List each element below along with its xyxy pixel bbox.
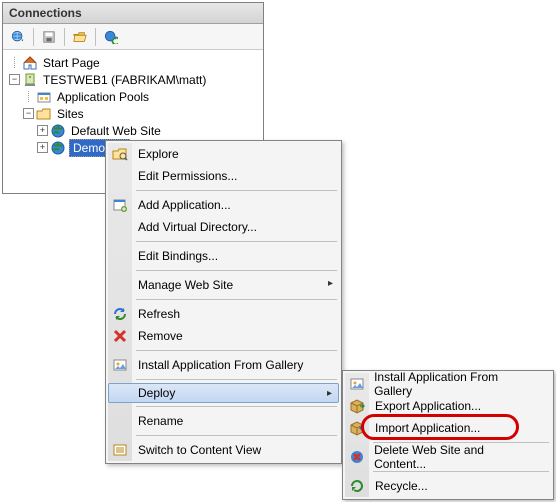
- up-level-button[interactable]: [69, 27, 91, 47]
- menu-label: Refresh: [132, 307, 180, 321]
- toolbar-separator: [64, 28, 65, 46]
- menu-separator: [136, 406, 337, 407]
- menu-label: Switch to Content View: [132, 443, 261, 457]
- refresh-globe-icon: [104, 30, 118, 44]
- expand-icon[interactable]: +: [37, 125, 48, 136]
- app-pools-icon: [36, 89, 52, 105]
- folder-open-icon: [73, 30, 87, 44]
- menu-item-rename[interactable]: Rename: [108, 410, 339, 432]
- menu-separator: [136, 270, 337, 271]
- folder-search-icon: [112, 146, 128, 162]
- toolbar-separator: [33, 28, 34, 46]
- panel-title: Connections: [3, 3, 263, 24]
- collapse-icon[interactable]: −: [23, 108, 34, 119]
- menu-separator: [136, 379, 337, 380]
- deploy-submenu: Install Application From Gallery Export …: [342, 370, 554, 500]
- menu-label: Recycle...: [369, 479, 428, 493]
- toolbar-separator: [95, 28, 96, 46]
- menu-label: Install Application From Gallery: [368, 370, 533, 398]
- tree-item-default-site[interactable]: + Default Web Site: [5, 122, 261, 139]
- panel-toolbar: [3, 24, 263, 50]
- menu-label: Import Application...: [369, 421, 480, 435]
- app-icon: [112, 197, 128, 213]
- menu-item-manage-web-site[interactable]: Manage Web Site: [108, 274, 339, 296]
- home-icon: [22, 55, 38, 71]
- content-view-icon: [112, 442, 128, 458]
- menu-label: Edit Permissions...: [132, 169, 237, 183]
- menu-item-edit-permissions[interactable]: Edit Permissions...: [108, 165, 339, 187]
- menu-separator: [136, 299, 337, 300]
- gallery-icon: [112, 357, 128, 373]
- menu-label: Delete Web Site and Content...: [368, 443, 533, 471]
- menu-item-deploy[interactable]: Deploy: [108, 383, 339, 403]
- tree-line: [9, 57, 20, 68]
- menu-separator: [136, 350, 337, 351]
- tree-line: [23, 91, 34, 102]
- tree-label: TESTWEB1 (FABRIKAM\matt): [41, 71, 208, 89]
- sites-folder-icon: [36, 106, 52, 122]
- menu-separator: [136, 241, 337, 242]
- submenu-item-recycle[interactable]: Recycle...: [345, 475, 551, 497]
- site-context-menu: Explore Edit Permissions... Add Applicat…: [105, 140, 342, 464]
- save-button[interactable]: [38, 27, 60, 47]
- menu-item-switch-content-view[interactable]: Switch to Content View: [108, 439, 339, 461]
- tree-item-server[interactable]: − TESTWEB1 (FABRIKAM\matt): [5, 71, 261, 88]
- menu-label: Deploy: [132, 386, 175, 400]
- menu-item-refresh[interactable]: Refresh: [108, 303, 339, 325]
- disk-icon: [42, 30, 56, 44]
- menu-item-explore[interactable]: Explore: [108, 143, 339, 165]
- menu-item-add-application[interactable]: Add Application...: [108, 194, 339, 216]
- collapse-icon[interactable]: −: [9, 74, 20, 85]
- expand-icon[interactable]: +: [37, 142, 48, 153]
- menu-label: Manage Web Site: [132, 278, 233, 292]
- server-icon: [22, 72, 38, 88]
- recycle-icon: [349, 478, 365, 494]
- package-icon: [349, 398, 365, 414]
- submenu-item-install-gallery[interactable]: Install Application From Gallery: [345, 373, 551, 395]
- menu-item-remove[interactable]: Remove: [108, 325, 339, 347]
- refresh-arrows-icon: [112, 306, 128, 322]
- earth-icon: [50, 123, 66, 139]
- menu-label: Edit Bindings...: [132, 249, 218, 263]
- delete-icon: [349, 449, 365, 465]
- refresh-connections-button[interactable]: [100, 27, 122, 47]
- menu-item-add-virtual-dir[interactable]: Add Virtual Directory...: [108, 216, 339, 238]
- package-import-icon: [349, 420, 365, 436]
- tree-label: Sites: [55, 105, 86, 123]
- connect-button[interactable]: [7, 27, 29, 47]
- menu-separator: [136, 190, 337, 191]
- submenu-item-export-application[interactable]: Export Application...: [345, 395, 551, 417]
- menu-label: Export Application...: [369, 399, 481, 413]
- tree-label: Default Web Site: [69, 122, 163, 140]
- tree-item-sites[interactable]: − Sites: [5, 105, 261, 122]
- globe-dropdown-icon: [11, 30, 25, 44]
- menu-label: Add Application...: [132, 198, 231, 212]
- menu-label: Add Virtual Directory...: [132, 220, 257, 234]
- menu-item-edit-bindings[interactable]: Edit Bindings...: [108, 245, 339, 267]
- remove-x-icon: [112, 328, 128, 344]
- tree-label: Start Page: [41, 54, 102, 72]
- tree-item-app-pools[interactable]: Application Pools: [5, 88, 261, 105]
- menu-label: Rename: [132, 414, 183, 428]
- gallery-icon: [349, 376, 365, 392]
- tree-label: Application Pools: [55, 88, 151, 106]
- menu-label: Install Application From Gallery: [132, 358, 303, 372]
- submenu-item-import-application[interactable]: Import Application...: [345, 417, 551, 439]
- menu-item-install-gallery[interactable]: Install Application From Gallery: [108, 354, 339, 376]
- menu-label: Remove: [132, 329, 183, 343]
- menu-label: Explore: [132, 147, 179, 161]
- submenu-item-delete-site-content[interactable]: Delete Web Site and Content...: [345, 446, 551, 468]
- menu-separator: [136, 435, 337, 436]
- menu-separator: [373, 471, 549, 472]
- earth-icon: [50, 140, 66, 156]
- tree-item-start-page[interactable]: Start Page: [5, 54, 261, 71]
